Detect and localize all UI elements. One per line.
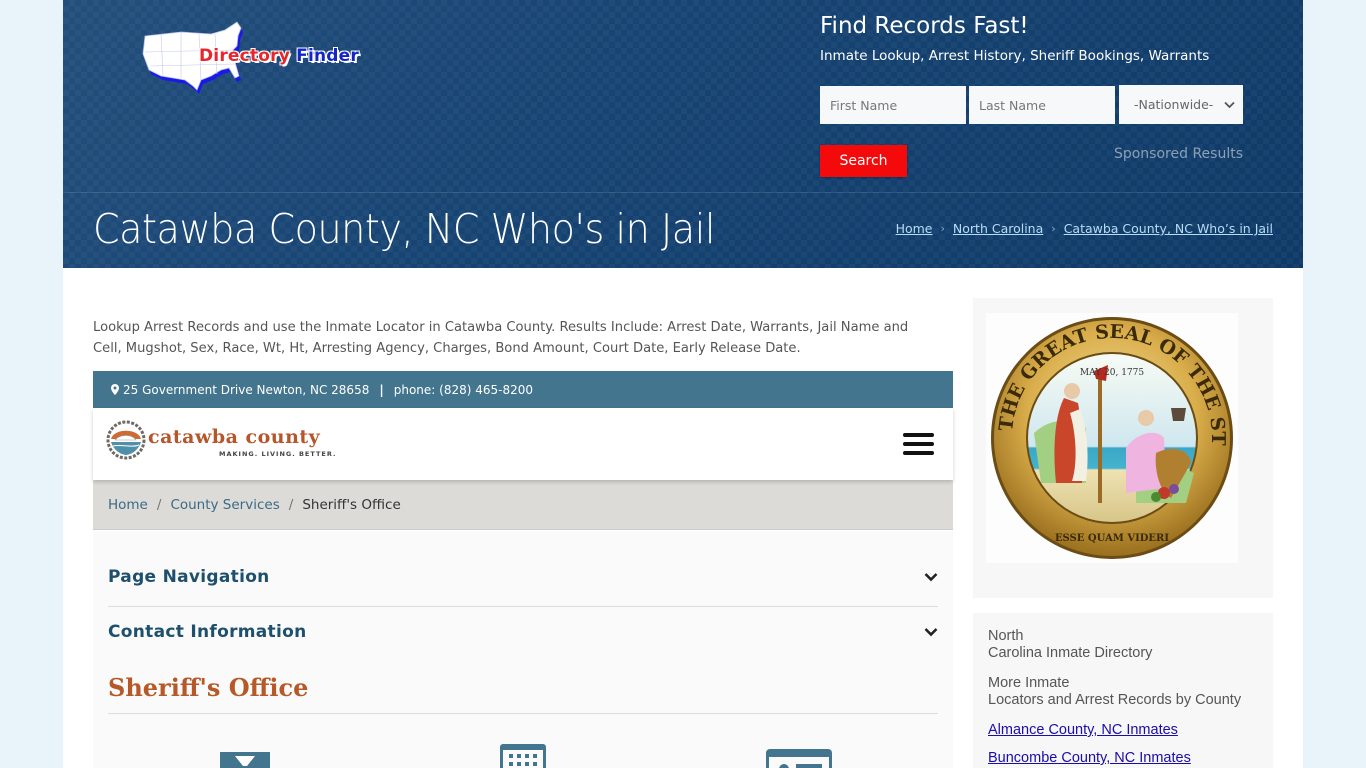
breadcrumb-slash: /: [156, 496, 162, 513]
page-container: Directory Finder Find Records Fast! Inma…: [63, 0, 1303, 768]
state-select[interactable]: -Nationwide-: [1119, 85, 1243, 124]
county-breadcrumb: Home / County Services / Sheriff's Offic…: [93, 480, 953, 530]
logo-wordmark: Directory Finder: [199, 46, 359, 66]
search-subtitle: Inmate Lookup, Arrest History, Sheriff B…: [820, 48, 1210, 64]
contact-separator: |: [379, 382, 384, 397]
chevron-down-icon: [1224, 101, 1235, 108]
page-title: Catawba County, NC Who's in Jail: [93, 205, 715, 253]
directory-title: North Carolina Inmate Directory: [988, 628, 1258, 662]
catawba-logo-word: catawba county: [148, 426, 321, 448]
directory-subtitle-line1: More Inmate: [988, 675, 1070, 691]
records-search-form: Find Records Fast! Inmate Lookup, Arrest…: [820, 0, 1250, 192]
svg-text:MAY 20, 1775: MAY 20, 1775: [1080, 368, 1145, 378]
hamburger-menu-icon[interactable]: [903, 433, 934, 455]
county-breadcrumb-current: Sheriff's Office: [302, 496, 401, 513]
section-title: Sheriff's Office: [108, 673, 309, 702]
hourglass-icon[interactable]: [220, 752, 270, 768]
county-page-body: Page Navigation Contact Information Sher…: [93, 531, 953, 768]
sponsored-results-label: Sponsored Results: [1113, 146, 1243, 162]
site-header: Directory Finder Find Records Fast! Inma…: [63, 0, 1303, 268]
logo-word-directory: Directory: [199, 46, 291, 66]
county-site-navbar: catawba county MAKING. LIVING. BETTER.: [93, 408, 953, 480]
last-name-input[interactable]: [969, 86, 1115, 124]
id-card-icon[interactable]: [766, 749, 832, 768]
breadcrumb-north-carolina[interactable]: North Carolina: [953, 221, 1043, 236]
header-top: Directory Finder Find Records Fast! Inma…: [63, 0, 1303, 192]
intro-text: Lookup Arrest Records and use the Inmate…: [93, 319, 909, 356]
catawba-emblem-icon: [106, 420, 146, 460]
accordion-page-navigation[interactable]: Page Navigation: [108, 552, 938, 607]
contact-address: 25 Government Drive Newton, NC 28658: [123, 382, 370, 397]
accordion-label: Contact Information: [108, 622, 307, 642]
contact-phone: phone: (828) 465-8200: [393, 382, 533, 397]
catawba-county-logo[interactable]: catawba county MAKING. LIVING. BETTER.: [106, 420, 335, 464]
breadcrumb-slash: /: [288, 496, 294, 513]
chevron-down-icon: [924, 628, 938, 637]
section-divider: [108, 713, 938, 714]
contact-bar: 25 Government Drive Newton, NC 28658 | p…: [93, 371, 953, 408]
nc-state-seal-icon: THE GREAT SEAL OF THE STATE OF NORTH CAR…: [977, 296, 1233, 559]
county-breadcrumb-home[interactable]: Home: [108, 497, 148, 513]
directory-title-line1: North: [988, 628, 1024, 644]
directory-subtitle-line2: Locators and Arrest Records by County: [988, 692, 1242, 708]
accordion-contact-information[interactable]: Contact Information: [108, 607, 938, 662]
accordion-label: Page Navigation: [108, 567, 270, 587]
calendar-icon[interactable]: [500, 744, 546, 768]
nc-seal-card: THE GREAT SEAL OF THE STATE OF NORTH CAR…: [973, 296, 1273, 598]
state-select-value: -Nationwide-: [1134, 97, 1214, 112]
directory-finder-logo[interactable]: Directory Finder: [141, 20, 381, 100]
title-bar: Catawba County, NC Who's in Jail Home › …: [63, 193, 1303, 268]
county-breadcrumb-services[interactable]: County Services: [170, 497, 279, 513]
search-title: Find Records Fast!: [820, 13, 1029, 39]
first-name-input[interactable]: [820, 86, 966, 124]
county-link-buncombe[interactable]: Buncombe County, NC Inmates: [988, 750, 1258, 766]
search-button[interactable]: Search: [820, 145, 907, 177]
nc-inmate-directory: North Carolina Inmate Directory More Inma…: [973, 613, 1273, 768]
nc-seal-image: THE GREAT SEAL OF THE STATE OF NORTH CAR…: [977, 296, 1238, 563]
breadcrumb-chevron-icon: ›: [1051, 222, 1056, 235]
chevron-down-icon: [924, 573, 938, 582]
directory-title-line2: Carolina Inmate Directory: [988, 645, 1153, 661]
logo-word-finder: Finder: [296, 46, 359, 66]
directory-subtitle: More Inmate Locators and Arrest Records b…: [988, 675, 1258, 709]
breadcrumb-chevron-icon: ›: [940, 222, 945, 235]
breadcrumb-current[interactable]: Catawba County, NC Who’s in Jail: [1064, 221, 1273, 236]
county-link-almance[interactable]: Almance County, NC Inmates: [988, 722, 1258, 738]
map-marker-icon: [111, 384, 119, 395]
catawba-logo-tagline: MAKING. LIVING. BETTER.: [219, 450, 337, 458]
breadcrumb: Home › North Carolina › Catawba County, …: [896, 221, 1273, 236]
svg-text:ESSE QUAM VIDERI: ESSE QUAM VIDERI: [1055, 533, 1169, 544]
breadcrumb-home[interactable]: Home: [896, 221, 933, 236]
